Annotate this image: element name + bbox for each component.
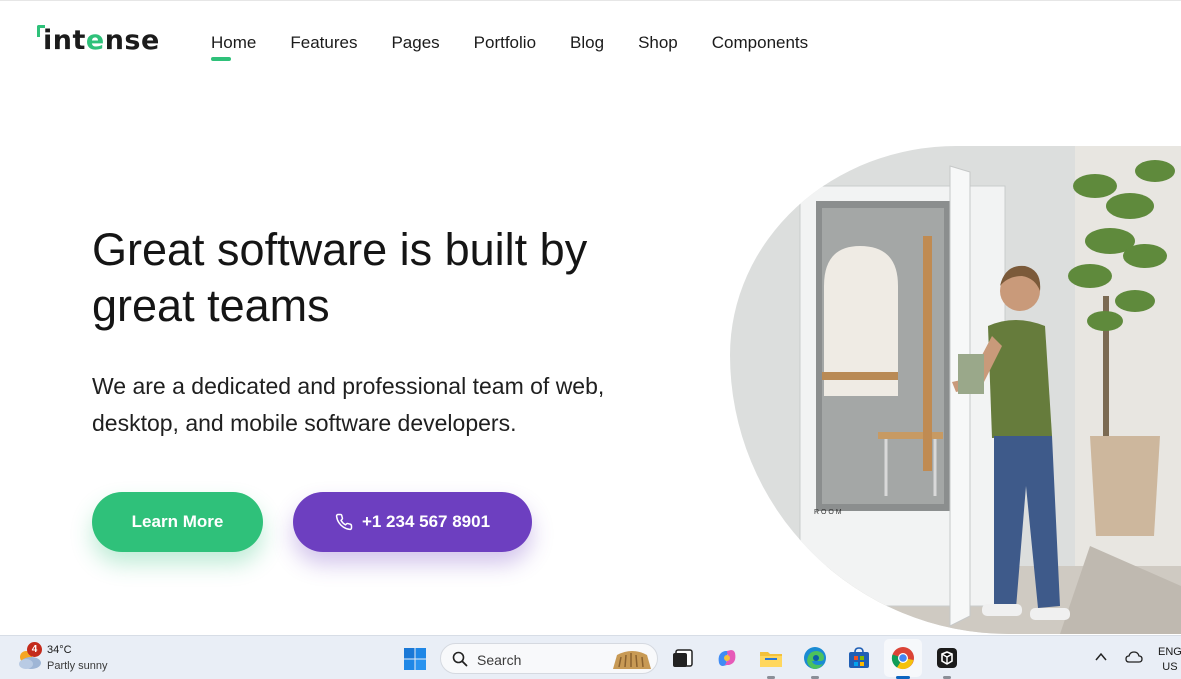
language-line-2: US xyxy=(1162,661,1178,673)
logo[interactable]: intense xyxy=(37,23,167,59)
language-indicator[interactable]: ENG US xyxy=(1158,645,1181,675)
booth-text: R O O M xyxy=(814,509,842,516)
weather-widget[interactable]: 4 34°C Partly sunny xyxy=(14,642,134,674)
site-header: intense Home Features Pages Portfolio Bl… xyxy=(0,0,1181,88)
nav-item-portfolio[interactable]: Portfolio xyxy=(474,32,536,54)
nav-item-features[interactable]: Features xyxy=(290,32,357,54)
nav-item-pages[interactable]: Pages xyxy=(391,32,439,54)
hero-image: R O O M xyxy=(730,146,1181,634)
store-icon[interactable] xyxy=(846,645,872,671)
nav-item-components[interactable]: Components xyxy=(712,32,808,54)
learn-more-button[interactable]: Learn More xyxy=(92,492,263,552)
nav-item-home[interactable]: Home xyxy=(211,32,256,61)
windows-icon[interactable] xyxy=(403,647,427,671)
office-booth-photo: R O O M xyxy=(730,146,1181,634)
file-explorer-icon[interactable] xyxy=(758,645,784,679)
edge-icon[interactable] xyxy=(802,645,828,679)
search-label: Search xyxy=(477,652,522,668)
hero-subtitle-line-1: We are a dedicated and professional team… xyxy=(92,373,605,399)
weather-temp: 34°C xyxy=(47,644,72,656)
hero-title-line-2: great teams xyxy=(92,280,330,331)
main-nav: Home Features Pages Portfolio Blog Shop … xyxy=(211,32,842,61)
phone-number-label: +1 234 567 8901 xyxy=(361,512,491,531)
chevron-up-icon[interactable] xyxy=(1094,650,1108,664)
hero-title-line-1: Great software is built by xyxy=(92,224,588,275)
taskbar: 4 34°C Partly sunny Search ENG US xyxy=(0,635,1181,679)
nav-item-shop[interactable]: Shop xyxy=(638,32,678,54)
onedrive-cloud-icon[interactable] xyxy=(1125,650,1143,664)
learn-more-label: Learn More xyxy=(131,512,224,531)
phone-button[interactable]: +1 234 567 8901 xyxy=(293,492,532,552)
task-view-icon[interactable] xyxy=(670,645,696,671)
weather-desc: Partly sunny xyxy=(47,660,108,672)
taskbar-search[interactable]: Search xyxy=(440,643,658,674)
language-line-1: ENG xyxy=(1158,646,1181,658)
hero-title: Great software is built by great teams xyxy=(92,222,692,334)
copilot-icon[interactable] xyxy=(714,645,740,671)
phone-icon xyxy=(335,513,353,531)
search-icon xyxy=(452,651,468,667)
hero-subtitle: We are a dedicated and professional team… xyxy=(92,368,692,442)
app-icon[interactable] xyxy=(934,645,960,679)
weather-badge: 4 xyxy=(27,642,42,657)
logo-text: intense xyxy=(43,25,160,56)
search-highlight-icon xyxy=(613,651,651,669)
nav-item-blog[interactable]: Blog xyxy=(570,32,604,54)
hero-subtitle-line-2: desktop, and mobile software developers. xyxy=(92,410,517,436)
chrome-icon[interactable] xyxy=(890,645,916,679)
